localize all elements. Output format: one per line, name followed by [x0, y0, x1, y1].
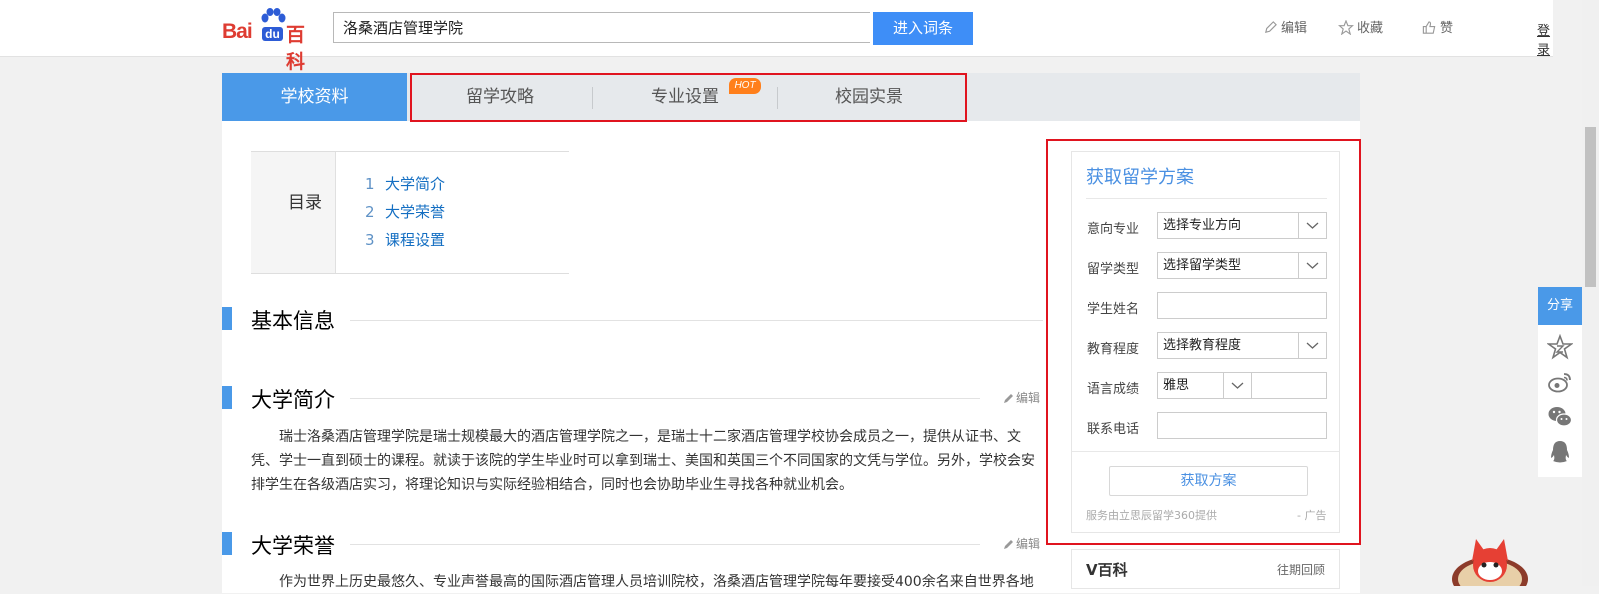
baidu-baike-logo[interactable]: Bai du 百科 — [222, 8, 322, 73]
pencil-icon — [1004, 394, 1013, 403]
v-baike-panel: V百科 往期回顾 — [1071, 549, 1340, 589]
toc-item-number: 3 — [365, 231, 375, 249]
qq-icon[interactable] — [1547, 439, 1573, 465]
like-tool[interactable]: 赞 — [1421, 20, 1453, 38]
favorite-star-icon[interactable] — [1547, 334, 1573, 360]
section-title-basic-info: 基本信息 — [251, 309, 335, 333]
toc-item-courses[interactable]: 3 课程设置 — [365, 229, 445, 250]
edit-honor-link[interactable]: 编辑 — [1003, 535, 1040, 552]
tab-school-info[interactable]: 学校资料 — [222, 73, 407, 121]
logo-bai-text: Bai — [222, 20, 253, 43]
share-panel — [1538, 325, 1582, 477]
collect-tool-label: 收藏 — [1357, 21, 1384, 36]
pencil-icon — [1265, 21, 1277, 33]
section-divider — [350, 544, 980, 545]
logo-baike-text: 百科 — [286, 24, 306, 73]
section-divider — [350, 320, 1043, 321]
highlight-box-form — [1046, 139, 1361, 545]
edit-tool[interactable]: 编辑 — [1263, 20, 1307, 38]
toc-label: 目录 — [288, 193, 322, 213]
toc-item-honor[interactable]: 2 大学荣誉 — [365, 201, 445, 222]
top-header: Bai du 百科 洛桑酒店管理学院 进入词条 编辑 收藏 赞 登录 — [0, 0, 1553, 73]
toc-item-label: 大学简介 — [385, 175, 446, 193]
share-button[interactable]: 分享 — [1538, 287, 1582, 325]
section-marker — [222, 307, 232, 330]
toc-item-intro[interactable]: 1 大学简介 — [365, 173, 445, 194]
logo-du-text: du — [262, 27, 283, 41]
collect-tool[interactable]: 收藏 — [1337, 19, 1384, 38]
thumb-up-icon — [1422, 21, 1436, 34]
star-icon — [1337, 19, 1355, 36]
v-baike-title: V百科 — [1086, 561, 1128, 579]
pencil-icon — [1004, 540, 1013, 549]
toc-item-label: 大学荣誉 — [385, 203, 446, 221]
toc-item-label: 课程设置 — [385, 231, 446, 249]
honor-paragraph: 作为世界上历史最悠久、专业声誉最高的国际酒店管理人员培训院校，洛桑酒店管理学院每… — [279, 574, 1034, 590]
section-marker — [222, 386, 232, 409]
scrollbar-thumb[interactable] — [1585, 127, 1596, 287]
mascot-image[interactable] — [1450, 535, 1530, 586]
search-input[interactable]: 洛桑酒店管理学院 — [333, 12, 870, 43]
page-scrollbar[interactable] — [1582, 0, 1599, 586]
like-tool-label: 赞 — [1440, 21, 1454, 36]
edit-intro-label: 编辑 — [1016, 391, 1041, 405]
highlight-box-tabs — [410, 73, 967, 122]
edit-tool-label: 编辑 — [1281, 21, 1308, 36]
toc-item-number: 1 — [365, 175, 375, 193]
section-title-intro: 大学简介 — [251, 388, 335, 412]
section-title-honor: 大学荣誉 — [251, 534, 335, 558]
intro-paragraph: 瑞士洛桑酒店管理学院是瑞士规模最大的酒店管理学院之一，是瑞士十二家酒店管理学校协… — [251, 429, 1035, 493]
table-of-contents: 目录 1 大学简介 2 大学荣誉 3 课程设置 — [251, 151, 569, 274]
edit-intro-link[interactable]: 编辑 — [1003, 389, 1040, 406]
toc-label-cell: 目录 — [251, 152, 336, 273]
section-divider — [350, 398, 980, 399]
section-marker — [222, 532, 232, 555]
weibo-icon[interactable] — [1547, 369, 1573, 395]
enter-entry-button[interactable]: 进入词条 — [873, 12, 973, 45]
edit-honor-label: 编辑 — [1016, 537, 1041, 551]
toc-item-number: 2 — [365, 203, 375, 221]
v-baike-more-link[interactable]: 往期回顾 — [1277, 561, 1325, 578]
login-link[interactable]: 登录 — [1537, 20, 1553, 58]
wechat-icon[interactable] — [1547, 404, 1573, 430]
